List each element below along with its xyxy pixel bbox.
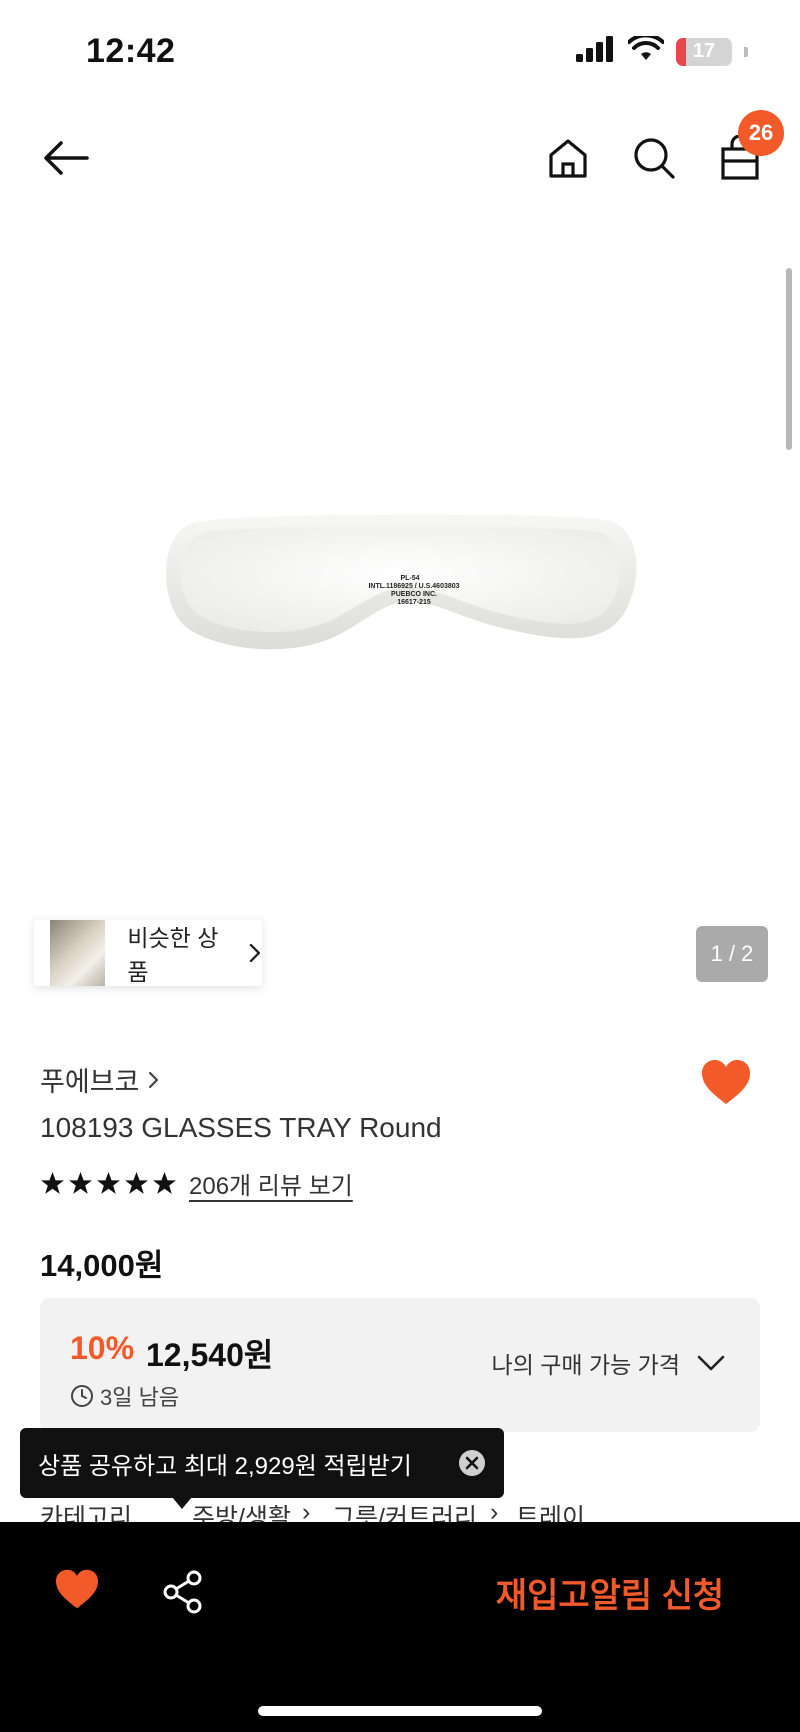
discount-rate: 10% bbox=[70, 1330, 135, 1366]
similar-products-label: 비슷한 상품 bbox=[127, 925, 219, 985]
battery-tip bbox=[744, 46, 748, 57]
bottom-wishlist-button[interactable] bbox=[54, 1568, 106, 1616]
status-time: 12:42 bbox=[86, 32, 176, 70]
review-link[interactable]: 206개 리뷰 보기 bbox=[189, 1166, 353, 1201]
home-indicator bbox=[258, 1706, 542, 1716]
glasses-tray-image: PL-54 INTL.1186925 / U.S.4603803 PUEBCO … bbox=[165, 514, 637, 650]
similar-product-thumbnail bbox=[50, 920, 106, 986]
brand-name: 푸에브코 bbox=[40, 1067, 140, 1097]
cellular-signal-icon bbox=[576, 36, 616, 67]
home-button[interactable] bbox=[538, 128, 598, 188]
category-breadcrumb: 카테고리 주방/생활 › 그릇/커트러리 › 트레이 bbox=[40, 1498, 760, 1524]
svg-text:PL-54: PL-54 bbox=[400, 575, 419, 582]
category-level-1[interactable]: 주방/생활 bbox=[192, 1498, 291, 1524]
chevron-right-icon bbox=[149, 1071, 159, 1088]
nav-bar bbox=[0, 120, 800, 200]
bottom-action-bar: 재입고알림 신청 bbox=[0, 1522, 800, 1732]
breadcrumb-chevron-icon: › bbox=[490, 1498, 499, 1524]
svg-text:PUEBCO INC.: PUEBCO INC. bbox=[391, 591, 437, 598]
star-icon bbox=[69, 1172, 92, 1194]
arrow-left-icon bbox=[44, 141, 89, 175]
svg-text:INTL.1186925 / U.S.4603803: INTL.1186925 / U.S.4603803 bbox=[368, 583, 459, 590]
category-level-2[interactable]: 그릇/커트러리 bbox=[332, 1498, 477, 1524]
status-icons: 17 bbox=[576, 33, 748, 67]
back-button[interactable] bbox=[36, 128, 96, 188]
search-icon bbox=[634, 138, 675, 179]
wishlist-button[interactable] bbox=[700, 1058, 760, 1112]
restock-alert-button[interactable]: 재입고알림 신청 bbox=[460, 1552, 760, 1632]
star-icon bbox=[97, 1172, 120, 1194]
category-level-3[interactable]: 트레이 bbox=[516, 1498, 585, 1524]
battery-percent: 17 bbox=[692, 40, 716, 62]
home-icon bbox=[549, 139, 587, 178]
similar-products-chip[interactable]: 비슷한 상품 bbox=[34, 920, 262, 986]
my-price-label: 나의 구매 가능 가격 bbox=[491, 1352, 680, 1378]
status-bar: 12:42 17 bbox=[0, 0, 800, 100]
close-icon bbox=[459, 1450, 485, 1476]
battery-icon: 17 bbox=[676, 37, 732, 66]
cart-count-badge: 26 bbox=[738, 110, 784, 156]
share-icon bbox=[163, 1570, 202, 1614]
search-button[interactable] bbox=[624, 128, 684, 188]
star-icon bbox=[41, 1172, 64, 1194]
star-icon bbox=[153, 1172, 176, 1194]
time-left-text: 3일 남음 bbox=[100, 1385, 180, 1410]
my-price-dropdown[interactable]: 나의 구매 가능 가격 bbox=[492, 1346, 726, 1380]
image-page-indicator: 1 / 2 bbox=[696, 926, 768, 982]
heart-icon bbox=[56, 1569, 98, 1609]
share-reward-tooltip: 상품 공유하고 최대 2,929원 적립받기 bbox=[20, 1428, 504, 1498]
clock-icon bbox=[71, 1385, 93, 1407]
tooltip-close-button[interactable] bbox=[458, 1449, 486, 1477]
time-left-row: 3일 남음 bbox=[70, 1380, 179, 1412]
rating-row: 206개 리뷰 보기 bbox=[40, 1166, 353, 1201]
breadcrumb-chevron-icon: › bbox=[302, 1498, 311, 1524]
discount-box: 10% 12,540원 3일 남음 나의 구매 가능 가격 bbox=[40, 1298, 760, 1432]
rating-stars bbox=[40, 1171, 177, 1196]
chevron-right-icon bbox=[249, 943, 261, 963]
category-label: 카테고리 bbox=[40, 1504, 133, 1524]
heart-icon bbox=[702, 1060, 750, 1104]
original-price: 14,000원 bbox=[40, 1248, 164, 1283]
product-name: 108193 GLASSES TRAY Round bbox=[40, 1112, 442, 1143]
wifi-icon bbox=[627, 33, 665, 67]
scroll-indicator[interactable] bbox=[786, 268, 792, 450]
product-image[interactable]: PL-54 INTL.1186925 / U.S.4603803 PUEBCO … bbox=[0, 230, 800, 990]
brand-link[interactable]: 푸에브코 bbox=[40, 1060, 161, 1099]
svg-text:16617-215: 16617-215 bbox=[397, 599, 431, 606]
discount-price: 12,540원 bbox=[146, 1337, 274, 1373]
tooltip-text: 상품 공유하고 최대 2,929원 적립받기 bbox=[38, 1452, 412, 1480]
star-icon bbox=[125, 1172, 148, 1194]
chevron-down-icon bbox=[697, 1355, 725, 1371]
share-button[interactable] bbox=[162, 1570, 204, 1614]
tooltip-arrow bbox=[172, 1497, 192, 1509]
